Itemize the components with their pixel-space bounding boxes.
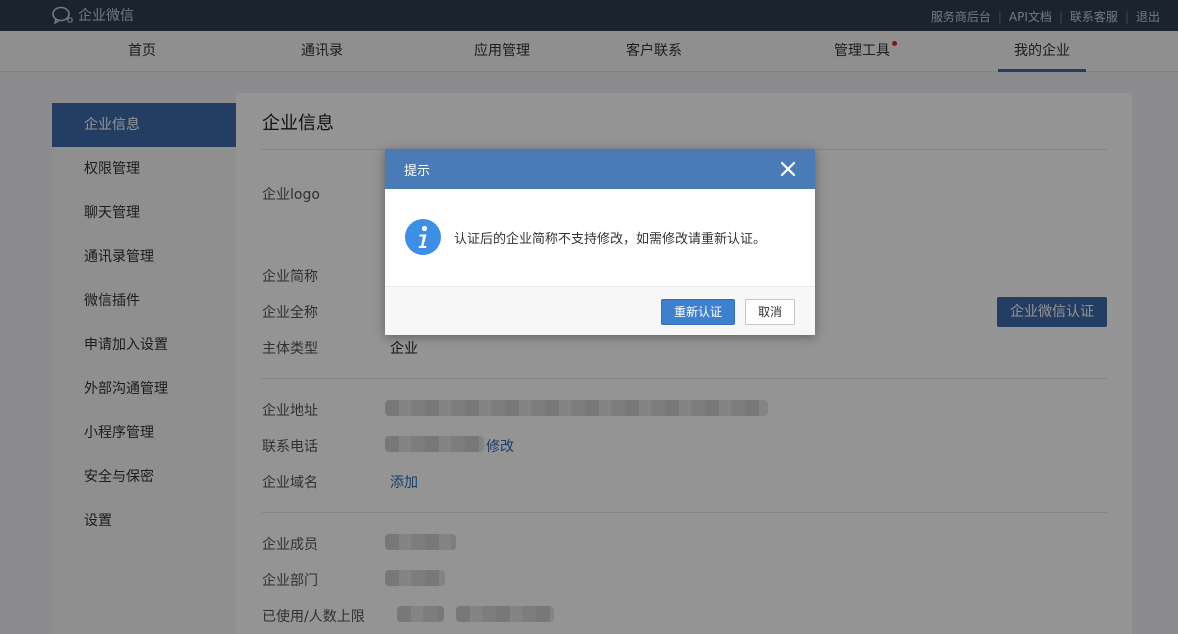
dialog-message: 认证后的企业简称不支持修改，如需修改请重新认证。: [454, 232, 767, 247]
alert-dialog: 提示 认证后的企业简称不支持修改，如需修改请重新认证。 重新认证 取消: [385, 149, 815, 335]
dialog-footer: 重新认证 取消: [385, 286, 815, 335]
info-icon: [405, 219, 441, 255]
dialog-title: 提示: [404, 164, 431, 179]
cancel-button[interactable]: 取消: [745, 299, 795, 325]
close-icon[interactable]: [779, 160, 797, 178]
dialog-body: 认证后的企业简称不支持修改，如需修改请重新认证。: [385, 189, 815, 286]
reverify-button[interactable]: 重新认证: [661, 299, 735, 325]
dialog-header: 提示: [385, 149, 815, 189]
